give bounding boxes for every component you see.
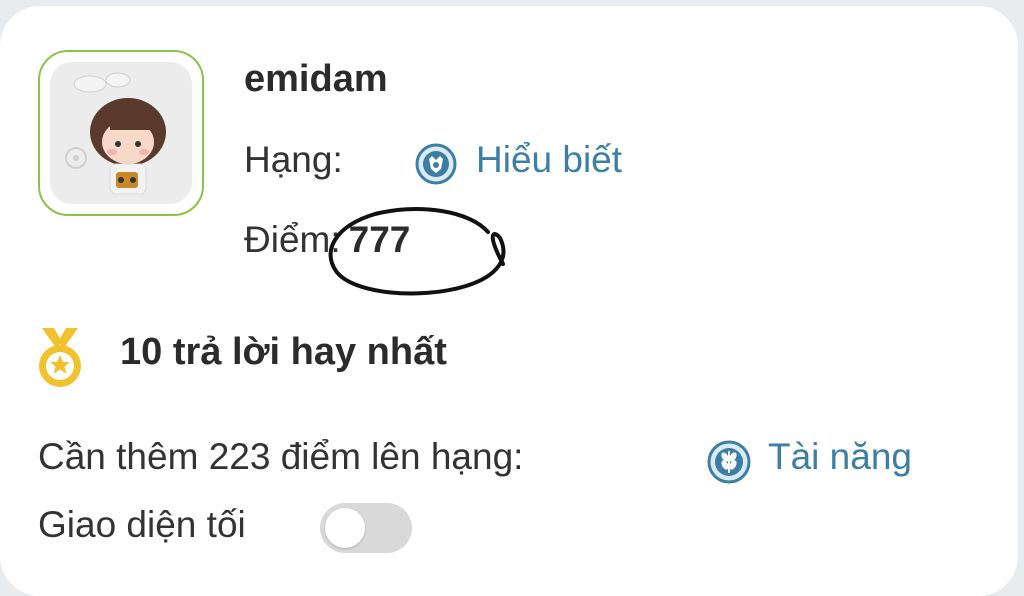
dark-mode-label: Giao diện tối xyxy=(38,504,246,545)
dark-mode-toggle[interactable] xyxy=(320,503,412,553)
wheat-badge-icon xyxy=(706,439,752,485)
next-rank-text: Cần thêm 223 điểm lên hạng: xyxy=(38,436,524,477)
profile-card: emidam Hạng: Hiểu biết Điểm: 777 10 trả l… xyxy=(0,6,1018,596)
rank-label: Hạng: xyxy=(244,139,343,180)
avatar[interactable] xyxy=(38,50,204,216)
medal-icon xyxy=(36,328,84,388)
points-value: 777 xyxy=(348,219,411,260)
rank-name-link[interactable]: Hiểu biết xyxy=(476,139,622,181)
toggle-knob[interactable] xyxy=(325,508,365,548)
achievement-text: 10 trả lời hay nhất xyxy=(120,331,447,373)
points-row: Điểm: 777 xyxy=(244,219,410,261)
avatar-image xyxy=(50,62,192,204)
points-label: Điểm: xyxy=(244,219,341,260)
shield-badge-icon xyxy=(414,142,458,186)
next-rank-name-link[interactable]: Tài năng xyxy=(768,436,912,478)
username[interactable]: emidam xyxy=(244,58,388,101)
